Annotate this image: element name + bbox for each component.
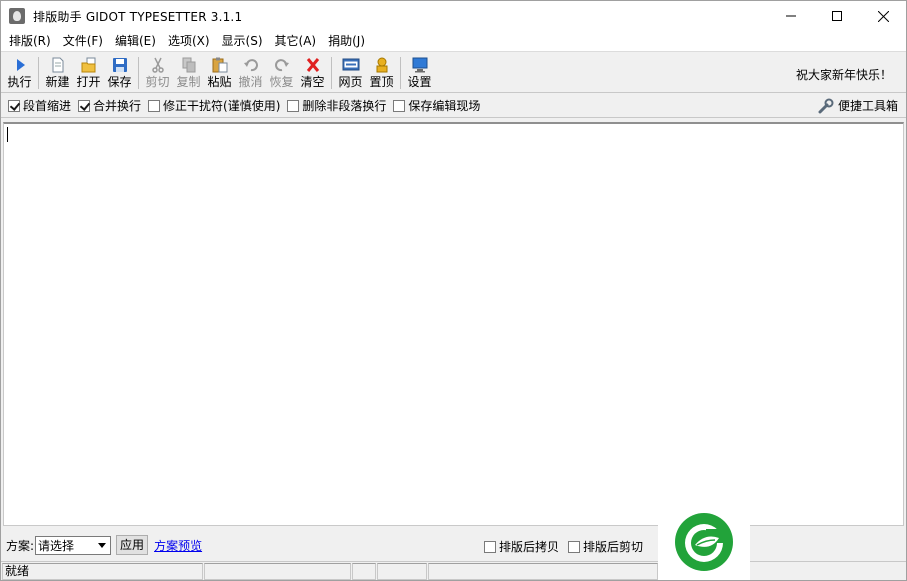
execute-button[interactable]: 执行 <box>4 54 35 92</box>
copy-icon <box>182 57 195 73</box>
toolbar: 执行 新建 打开 保存 剪切 复制 粘贴 撤消 恢复 清空 网页 置顶 设置 祝… <box>1 53 906 93</box>
text-editor[interactable] <box>3 122 904 526</box>
scheme-select[interactable]: 请选择 <box>35 535 112 555</box>
title-bar[interactable]: 排版助手 GIDOT TYPESETTER 3.1.1 <box>1 1 906 31</box>
status-cell <box>204 563 351 580</box>
scheme-bar: 方案: 请选择 应用 方案预览 排版后拷贝 排版后剪切 <box>1 532 906 558</box>
post-typeset-options: 排版后拷贝 排版后剪切 <box>484 538 652 555</box>
status-cell <box>428 563 658 580</box>
close-button[interactable] <box>860 1 906 31</box>
minimize-button[interactable] <box>768 1 814 31</box>
webpage-button[interactable]: 网页 <box>335 54 366 92</box>
floppy-disk-icon <box>112 58 127 72</box>
clear-button[interactable]: 清空 <box>297 54 328 92</box>
option-save-edit-session[interactable]: 保存编辑现场 <box>393 97 480 114</box>
checkbox-unchecked[interactable] <box>393 99 406 112</box>
window-controls <box>768 1 906 31</box>
close-icon <box>877 10 889 22</box>
html-icon <box>342 58 359 71</box>
maximize-button[interactable] <box>814 1 860 31</box>
settings-button[interactable]: 设置 <box>404 54 435 92</box>
toolbar-separator <box>331 57 332 89</box>
menu-other[interactable]: 其它(A) <box>269 31 323 52</box>
open-folder-icon <box>81 57 95 73</box>
status-bar: 就绪 <box>1 561 906 580</box>
copy-button[interactable]: 复制 <box>173 54 204 92</box>
toolbar-separator <box>400 57 401 89</box>
logo <box>658 501 750 580</box>
checkbox-unchecked[interactable] <box>484 540 496 553</box>
checkbox-unchecked[interactable] <box>287 99 300 112</box>
option-copy-after-typeset[interactable]: 排版后拷贝 <box>484 538 559 555</box>
scheme-preview-link[interactable]: 方案预览 <box>154 537 202 554</box>
minimize-icon <box>786 15 796 17</box>
menu-typeset[interactable]: 排版(R) <box>3 31 57 52</box>
window-title: 排版助手 GIDOT TYPESETTER 3.1.1 <box>33 9 243 24</box>
status-cell <box>352 563 376 580</box>
pin-top-button[interactable]: 置顶 <box>366 54 397 92</box>
toolbar-separator <box>38 57 39 89</box>
menu-options[interactable]: 选项(X) <box>162 31 216 52</box>
apply-button[interactable]: 应用 <box>116 535 149 555</box>
green-leaf-logo-icon <box>675 512 733 571</box>
paste-button[interactable]: 粘贴 <box>204 54 235 92</box>
menu-display[interactable]: 显示(S) <box>216 31 269 52</box>
option-fix-interference[interactable]: 修正干扰符(谨慎使用) <box>148 97 280 114</box>
menu-donate[interactable]: 捐助(J) <box>322 31 371 52</box>
greeting-text: 祝大家新年快乐！ <box>795 68 892 82</box>
undo-button[interactable]: 撤消 <box>235 54 266 92</box>
undo-icon <box>243 59 258 72</box>
maximize-icon <box>832 11 842 21</box>
status-text: 就绪 <box>2 563 203 580</box>
open-button[interactable]: 打开 <box>73 54 104 92</box>
monitor-settings-icon <box>412 57 427 73</box>
menu-bar: 排版(R) 文件(F) 编辑(E) 选项(X) 显示(S) 其它(A) 捐助(J… <box>1 31 906 52</box>
paste-icon <box>212 57 227 73</box>
redo-icon <box>274 59 289 72</box>
scheme-label: 方案: <box>6 538 35 553</box>
gidot-app-icon[interactable] <box>9 8 25 24</box>
new-button[interactable]: 新建 <box>42 54 73 92</box>
text-caret <box>7 127 8 142</box>
menu-file[interactable]: 文件(F) <box>57 31 109 52</box>
pin-top-icon <box>376 57 387 73</box>
new-file-icon <box>52 57 63 73</box>
checkbox-unchecked[interactable] <box>148 99 161 112</box>
option-cut-after-typeset[interactable]: 排版后剪切 <box>568 538 643 555</box>
option-paragraph-indent[interactable]: 段首缩进 <box>8 97 71 114</box>
menu-edit[interactable]: 编辑(E) <box>109 31 162 52</box>
option-remove-non-paragraph-breaks[interactable]: 删除非段落换行 <box>287 97 386 114</box>
redo-button[interactable]: 恢复 <box>266 54 297 92</box>
red-x-icon <box>306 58 319 72</box>
scissors-icon <box>151 57 164 73</box>
toolbox-button[interactable]: 便捷工具箱 <box>818 97 898 114</box>
checkbox-checked[interactable] <box>78 99 91 112</box>
toolbar-separator <box>138 57 139 89</box>
checkbox-unchecked[interactable] <box>568 540 581 553</box>
wrench-icon <box>818 98 834 113</box>
cut-button[interactable]: 剪切 <box>142 54 173 92</box>
dropdown-arrow-icon[interactable] <box>93 537 110 554</box>
options-bar: 段首缩进 合并换行 修正干扰符(谨慎使用) 删除非段落换行 保存编辑现场 便捷工… <box>1 94 906 118</box>
app-window: 排版助手 GIDOT TYPESETTER 3.1.1 排版(R) 文件(F) … <box>0 0 907 581</box>
save-button[interactable]: 保存 <box>104 54 135 92</box>
option-merge-newlines[interactable]: 合并换行 <box>78 97 141 114</box>
checkbox-checked[interactable] <box>8 99 20 112</box>
status-cell <box>377 563 427 580</box>
play-icon <box>16 59 25 71</box>
